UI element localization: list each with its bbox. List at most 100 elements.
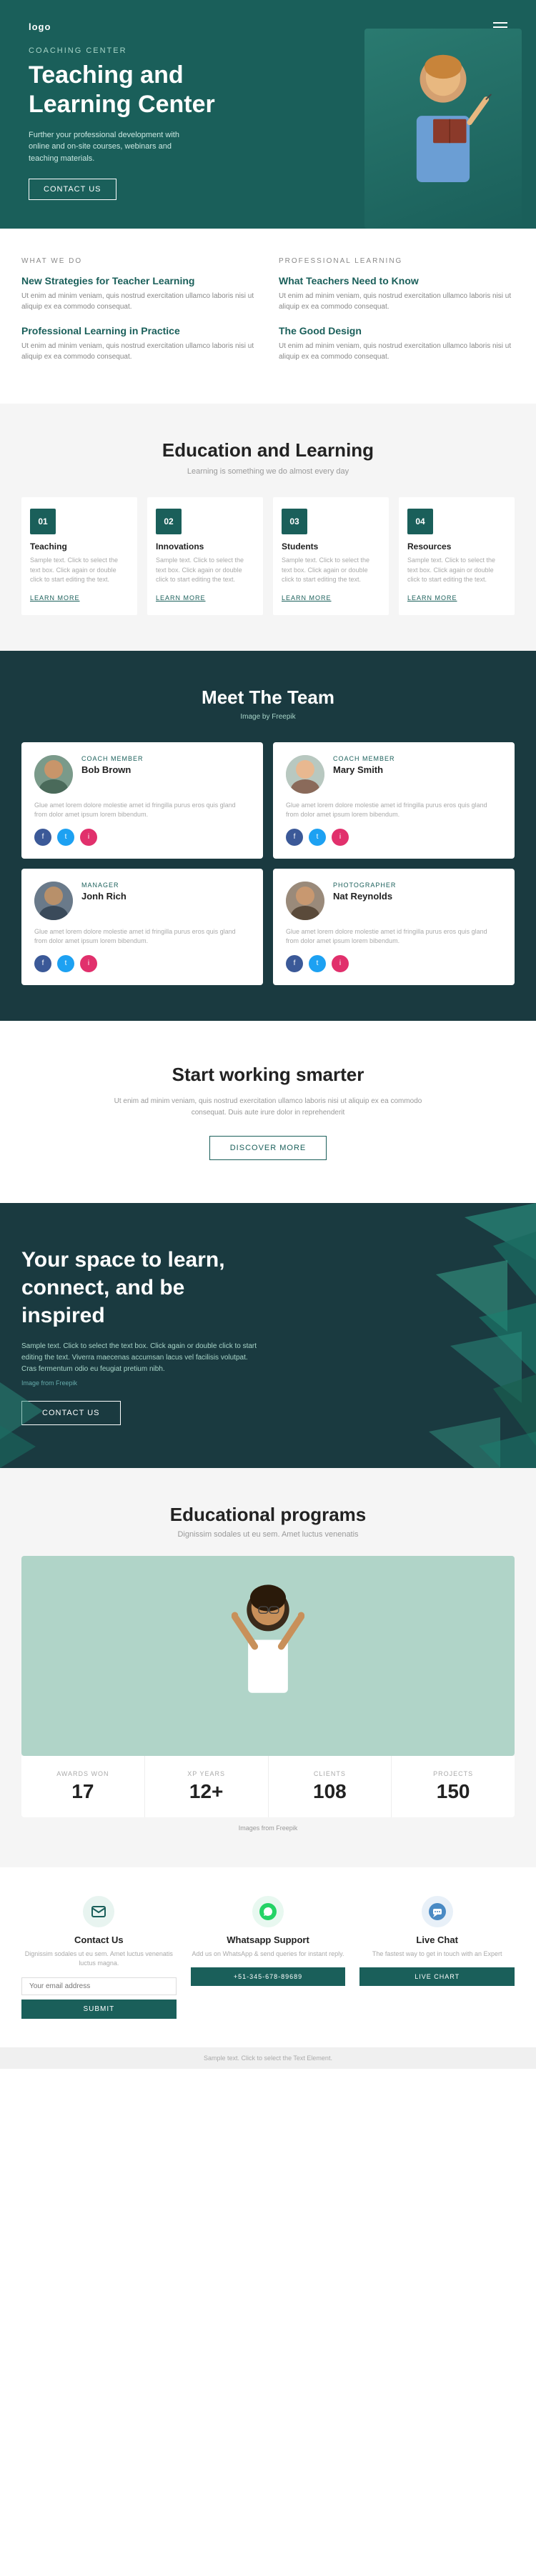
instagram-icon-jonh[interactable]: i: [80, 955, 97, 972]
edu-card-title-4: Resources: [407, 541, 506, 551]
team-name-mary: Mary Smith: [333, 764, 395, 775]
instagram-icon-mary[interactable]: i: [332, 829, 349, 846]
programs-img-credit: Images from Freepik: [21, 1824, 515, 1832]
facebook-icon-mary[interactable]: f: [286, 829, 303, 846]
twitter-icon-bob[interactable]: t: [57, 829, 74, 846]
team-grid: COACH MEMBER Bob Brown Glue amet lorem d…: [21, 742, 515, 985]
education-title: Education and Learning: [21, 439, 515, 461]
professional-learning-label: PROFESSIONAL LEARNING: [279, 257, 515, 265]
twitter-icon-mary[interactable]: t: [309, 829, 326, 846]
logo: logo: [29, 21, 51, 32]
team-section: Meet The Team Image by Freepik COACH MEM…: [0, 651, 536, 1021]
feature-text-2: Ut enim ad minim veniam, quis nostrud ex…: [21, 341, 257, 362]
edu-card-3: 03 Students Sample text. Click to select…: [273, 497, 389, 615]
stat-projects-value: 150: [399, 1780, 507, 1803]
whatsapp-button[interactable]: +51-345-678-89689: [191, 1967, 346, 1986]
stat-projects: PROJECTS 150: [392, 1756, 515, 1817]
email-input[interactable]: [21, 1977, 177, 1995]
learn-more-4[interactable]: LEARN MORE: [407, 594, 457, 601]
team-card-header-jonh: MANAGER Jonh Rich: [34, 882, 250, 920]
team-subtitle: Image by Freepik: [21, 713, 515, 721]
footer-section: Contact Us Dignissim sodales ut eu sem. …: [0, 1867, 536, 2047]
team-card-bob: COACH MEMBER Bob Brown Glue amet lorem d…: [21, 742, 263, 859]
livechat-icon: [427, 1902, 447, 1922]
team-card-header-bob: COACH MEMBER Bob Brown: [34, 755, 250, 794]
team-desc-nat: Glue amet lorem dolore molestie amet id …: [286, 927, 502, 947]
inspire-contact-button[interactable]: CONTACT US: [21, 1401, 121, 1425]
twitter-icon-jonh[interactable]: t: [57, 955, 74, 972]
edu-card-title-2: Innovations: [156, 541, 254, 551]
stat-awards: AWARDS WON 17: [21, 1756, 145, 1817]
learn-more-1[interactable]: LEARN MORE: [30, 594, 80, 601]
edu-card-text-2: Sample text. Click to select the text bo…: [156, 556, 254, 585]
edu-card-text-3: Sample text. Click to select the text bo…: [282, 556, 380, 585]
team-role-nat: PHOTOGRAPHER: [333, 882, 396, 889]
bottom-bar: Sample text. Click to select the Text El…: [0, 2047, 536, 2069]
facebook-icon-jonh[interactable]: f: [34, 955, 51, 972]
team-desc-jonh: Glue amet lorem dolore molestie amet id …: [34, 927, 250, 947]
stat-clients: CLIENTS 108: [269, 1756, 392, 1817]
what-we-do-section: WHAT WE DO New Strategies for Teacher Le…: [0, 229, 536, 404]
team-name-jonh: Jonh Rich: [81, 891, 126, 902]
feature-title-1: New Strategies for Teacher Learning: [21, 275, 257, 286]
feature-text-1: Ut enim ad minim veniam, quis nostrud ex…: [21, 291, 257, 312]
whatsapp-icon-wrap: [252, 1896, 284, 1927]
edu-card-title-1: Teaching: [30, 541, 129, 551]
edu-card-text-4: Sample text. Click to select the text bo…: [407, 556, 506, 585]
programs-person-svg: [204, 1570, 332, 1756]
bottom-bar-text: Sample text. Click to select the Text El…: [204, 2055, 332, 2062]
stat-years: XP YEARS 12+: [145, 1756, 269, 1817]
learn-more-3[interactable]: LEARN MORE: [282, 594, 332, 601]
programs-subtitle: Dignissim sodales ut eu sem. Amet luctus…: [21, 1530, 515, 1539]
whatsapp-icon: [258, 1902, 278, 1922]
team-card-mary: COACH MEMBER Mary Smith Glue amet lorem …: [273, 742, 515, 859]
live-chat-button[interactable]: LIVE CHART: [359, 1967, 515, 1986]
facebook-icon-bob[interactable]: f: [34, 829, 51, 846]
footer-contact-text: Dignissim sodales ut eu sem. Amet luctus…: [21, 1950, 177, 1969]
stat-years-value: 12+: [152, 1780, 261, 1803]
team-avatar-nat: [286, 882, 324, 920]
discover-button[interactable]: DISCOVER MORE: [209, 1136, 327, 1160]
what-we-do-left: WHAT WE DO New Strategies for Teacher Le…: [21, 257, 257, 375]
inspire-section: Your space to learn, connect, and be ins…: [0, 1203, 536, 1468]
hero-contact-button[interactable]: CONTACT US: [29, 179, 116, 200]
inspire-desc: Sample text. Click to select the text bo…: [21, 1341, 264, 1375]
team-social-jonh: f t i: [34, 955, 250, 972]
team-avatar-bob: [34, 755, 73, 794]
footer-contact-form: SUBMIT: [21, 1977, 177, 2019]
hero-person-image: [364, 29, 522, 229]
team-social-bob: f t i: [34, 829, 250, 846]
footer-whatsapp-text: Add us on WhatsApp & send queries for in…: [191, 1950, 346, 1960]
learn-more-2[interactable]: LEARN MORE: [156, 594, 206, 601]
team-role-bob: COACH MEMBER: [81, 755, 144, 762]
contact-icon-wrap: [83, 1896, 114, 1927]
programs-title: Educational programs: [21, 1504, 515, 1526]
edu-card-num-3: 03: [282, 509, 307, 534]
stats-row: AWARDS WON 17 XP YEARS 12+ CLIENTS 108 P…: [21, 1756, 515, 1817]
footer-contact-col: Contact Us Dignissim sodales ut eu sem. …: [21, 1896, 177, 2019]
smarter-title: Start working smarter: [21, 1064, 515, 1086]
team-name-bob: Bob Brown: [81, 764, 144, 775]
team-desc-bob: Glue amet lorem dolore molestie amet id …: [34, 801, 250, 820]
facebook-icon-nat[interactable]: f: [286, 955, 303, 972]
instagram-icon-nat[interactable]: i: [332, 955, 349, 972]
team-info-bob: COACH MEMBER Bob Brown: [81, 755, 144, 777]
stat-awards-label: AWARDS WON: [29, 1770, 137, 1777]
edu-card-text-1: Sample text. Click to select the text bo…: [30, 556, 129, 585]
hero-section: logo COACHING CENTER Teaching and Learni…: [0, 0, 536, 229]
team-social-mary: f t i: [286, 829, 502, 846]
edu-card-title-3: Students: [282, 541, 380, 551]
team-avatar-mary: [286, 755, 324, 794]
stat-projects-label: PROJECTS: [399, 1770, 507, 1777]
edu-card-2: 02 Innovations Sample text. Click to sel…: [147, 497, 263, 615]
edu-card-1: 01 Teaching Sample text. Click to select…: [21, 497, 137, 615]
instagram-icon-bob[interactable]: i: [80, 829, 97, 846]
edu-card-4: 04 Resources Sample text. Click to selec…: [399, 497, 515, 615]
team-role-mary: COACH MEMBER: [333, 755, 395, 762]
edu-card-num-2: 02: [156, 509, 182, 534]
submit-button[interactable]: SUBMIT: [21, 2000, 177, 2019]
team-card-jonh: MANAGER Jonh Rich Glue amet lorem dolore…: [21, 869, 263, 985]
twitter-icon-nat[interactable]: t: [309, 955, 326, 972]
team-card-header-mary: COACH MEMBER Mary Smith: [286, 755, 502, 794]
feature-title-3: What Teachers Need to Know: [279, 275, 515, 286]
